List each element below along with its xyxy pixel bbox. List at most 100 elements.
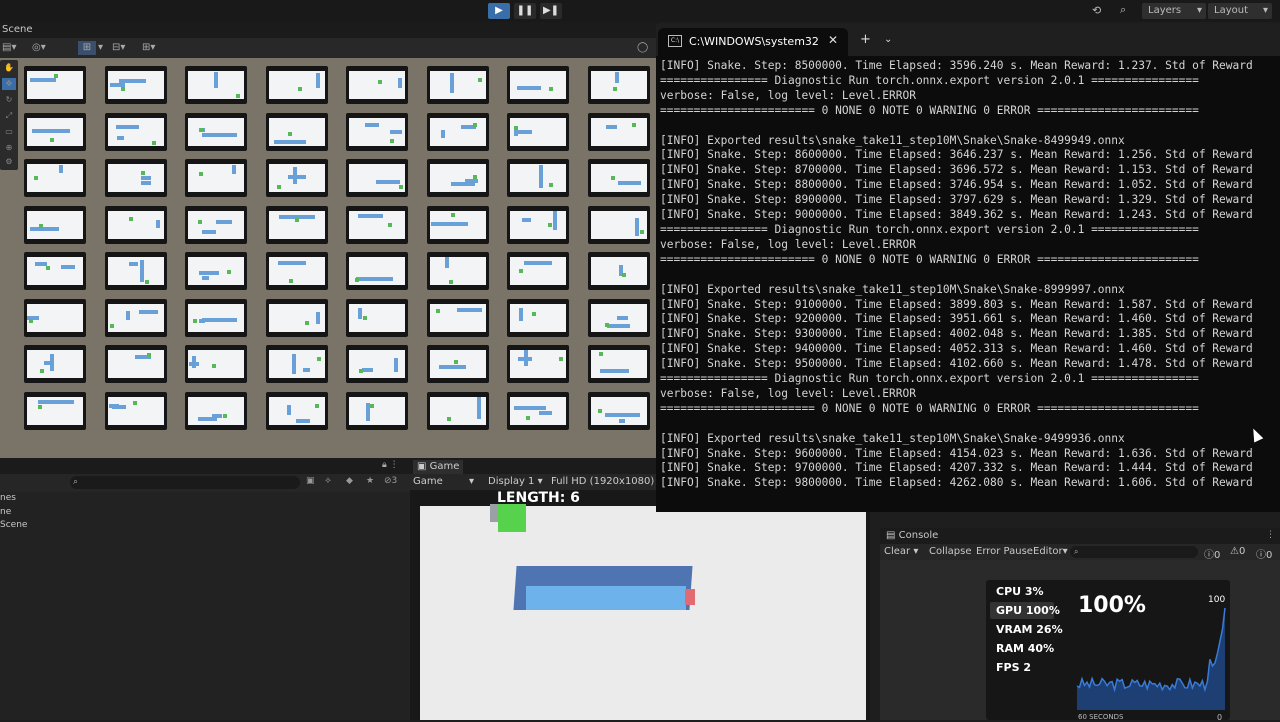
- hidden-count-icon[interactable]: ⊘3: [384, 476, 397, 486]
- environment-thumbnail: [24, 298, 86, 337]
- grid-dropdown-icon[interactable]: ▾: [98, 41, 103, 55]
- transform-tool-icon[interactable]: ⊕: [2, 142, 16, 154]
- snake-segment: [539, 410, 552, 415]
- collapse-button[interactable]: Collapse: [929, 546, 972, 557]
- history-icon[interactable]: ⟲: [1092, 4, 1108, 18]
- hierarchy-search-input[interactable]: ⌕: [70, 476, 300, 489]
- scene-visibility-icon[interactable]: ⊞▾: [142, 41, 155, 55]
- environment-board: [510, 396, 566, 425]
- cmd-line: [INFO] Snake. Step: 9100000. Time Elapse…: [660, 297, 1253, 311]
- more-options-icon[interactable]: ⋮: [1266, 530, 1275, 540]
- error-pause-button[interactable]: Error Pause: [976, 546, 1033, 557]
- move-tool-icon[interactable]: ✥: [2, 78, 16, 90]
- hierarchy-item[interactable]: nes: [0, 493, 16, 503]
- environment-board: [27, 117, 83, 146]
- environment-board: [349, 396, 405, 425]
- snake-segment: [286, 404, 291, 415]
- snake-segment: [140, 181, 151, 185]
- snake-segment: [524, 261, 552, 265]
- food-pellet: [120, 87, 125, 91]
- scene-filter-icon[interactable]: ⟡: [325, 476, 331, 486]
- environment-board: [268, 164, 325, 192]
- pause-button[interactable]: ❚❚: [514, 3, 536, 19]
- snake-segment: [30, 226, 59, 231]
- environment-board: [510, 71, 566, 99]
- layout-label: Layout: [1214, 5, 1248, 16]
- error-filter-button[interactable]: ⓘ0: [1256, 546, 1272, 561]
- cmd-line: [INFO] Snake. Step: 9600000. Time Elapse…: [660, 446, 1253, 460]
- lock-icon[interactable]: 🔒︎ ⋮: [382, 460, 399, 470]
- environment-thumbnail: [587, 391, 650, 430]
- game-view-dropdown[interactable]: Game ▾: [413, 476, 474, 487]
- food-pellet: [448, 280, 453, 284]
- chevron-down-icon[interactable]: ⌄: [884, 34, 892, 45]
- food-pellet: [200, 127, 204, 132]
- environment-board: [590, 71, 647, 99]
- environment-thumbnail: [185, 252, 247, 290]
- wall-segment: [490, 504, 498, 522]
- scene-picking-icon[interactable]: ▣: [306, 476, 315, 486]
- new-tab-button[interactable]: +: [860, 32, 871, 47]
- grid-snap-icon[interactable]: ⊞: [78, 41, 96, 55]
- food-pellet: [388, 222, 392, 227]
- environment-board: [349, 350, 405, 378]
- play-button[interactable]: ▶: [488, 3, 510, 19]
- rect-tool-icon[interactable]: ▭: [2, 126, 16, 138]
- chevron-down-icon: ▾: [1062, 546, 1068, 557]
- environment-thumbnail: [265, 252, 328, 290]
- food-pellet: [304, 320, 309, 325]
- snake-segment: [394, 358, 398, 372]
- snake-segment: [604, 412, 640, 417]
- gpu-usage-graph: [1076, 607, 1226, 710]
- rotate-tool-icon[interactable]: ↻: [2, 94, 16, 106]
- snake-body: [526, 586, 686, 610]
- environment-thumbnail: [346, 391, 408, 430]
- hierarchy-item[interactable]: Scene: [0, 520, 27, 530]
- food-pellet: [316, 357, 321, 361]
- cmd-line: [INFO] Exported results\snake_take11_ste…: [660, 282, 1125, 296]
- display-dropdown[interactable]: Display 1 ▾: [488, 476, 543, 487]
- custom-tool-icon[interactable]: ⚙: [2, 156, 16, 168]
- star-icon[interactable]: ★: [366, 476, 374, 486]
- search-icon[interactable]: ⌕: [1120, 3, 1138, 19]
- hand-tool-icon[interactable]: ✋: [2, 62, 16, 74]
- game-icon: ▣: [417, 461, 430, 472]
- scale-tool-icon[interactable]: ⤢: [2, 110, 16, 122]
- layers-dropdown[interactable]: Layers ▾: [1142, 3, 1206, 19]
- environment-thumbnail: [265, 298, 328, 337]
- gizmo-icon[interactable]: ◎▾: [32, 41, 46, 55]
- increment-snap-icon[interactable]: ⊟▾: [112, 41, 125, 55]
- environment-board: [27, 164, 83, 192]
- tab-game[interactable]: ▣ Game: [413, 460, 464, 474]
- tab-console[interactable]: ▤ Console: [886, 530, 938, 541]
- hierarchy-item[interactable]: ne: [0, 507, 11, 517]
- food-pellet: [548, 222, 552, 227]
- info-filter-button[interactable]: ⓘ0: [1204, 546, 1220, 561]
- environment-board: [268, 303, 325, 332]
- environment-board: [268, 210, 325, 239]
- layout-dropdown[interactable]: Layout ▾: [1208, 3, 1272, 19]
- editor-label: Editor: [1033, 546, 1063, 557]
- game-canvas[interactable]: [420, 506, 866, 720]
- step-button[interactable]: ▶❚: [540, 3, 562, 19]
- editor-dropdown[interactable]: Editor▾: [1033, 546, 1068, 557]
- environment-board: [349, 164, 405, 192]
- environment-thumbnail: [24, 66, 86, 104]
- environment-board: [268, 71, 325, 99]
- environment-board: [429, 350, 486, 378]
- tab-scene[interactable]: Scene: [2, 22, 33, 38]
- tag-icon[interactable]: ◆: [346, 476, 353, 486]
- clear-button[interactable]: Clear ▾: [884, 546, 918, 557]
- cmd-line: [INFO] Exported results\snake_take11_ste…: [660, 133, 1125, 147]
- scene-camera-icon[interactable]: ◯: [637, 41, 648, 55]
- snake-segment: [430, 221, 468, 226]
- close-icon[interactable]: ✕: [828, 33, 838, 47]
- clear-label: Clear: [884, 546, 911, 557]
- food-pellet: [639, 229, 644, 234]
- resolution-dropdown[interactable]: Full HD (1920x1080): [551, 476, 654, 487]
- cmd-output[interactable]: [INFO] Snake. Step: 8500000. Time Elapse…: [660, 59, 1278, 509]
- console-search-input[interactable]: ⌕: [1070, 546, 1198, 558]
- environment-thumbnail: [265, 205, 328, 244]
- draw-mode-icon[interactable]: ▤▾: [2, 41, 16, 55]
- warning-filter-button[interactable]: ⚠0: [1230, 546, 1245, 557]
